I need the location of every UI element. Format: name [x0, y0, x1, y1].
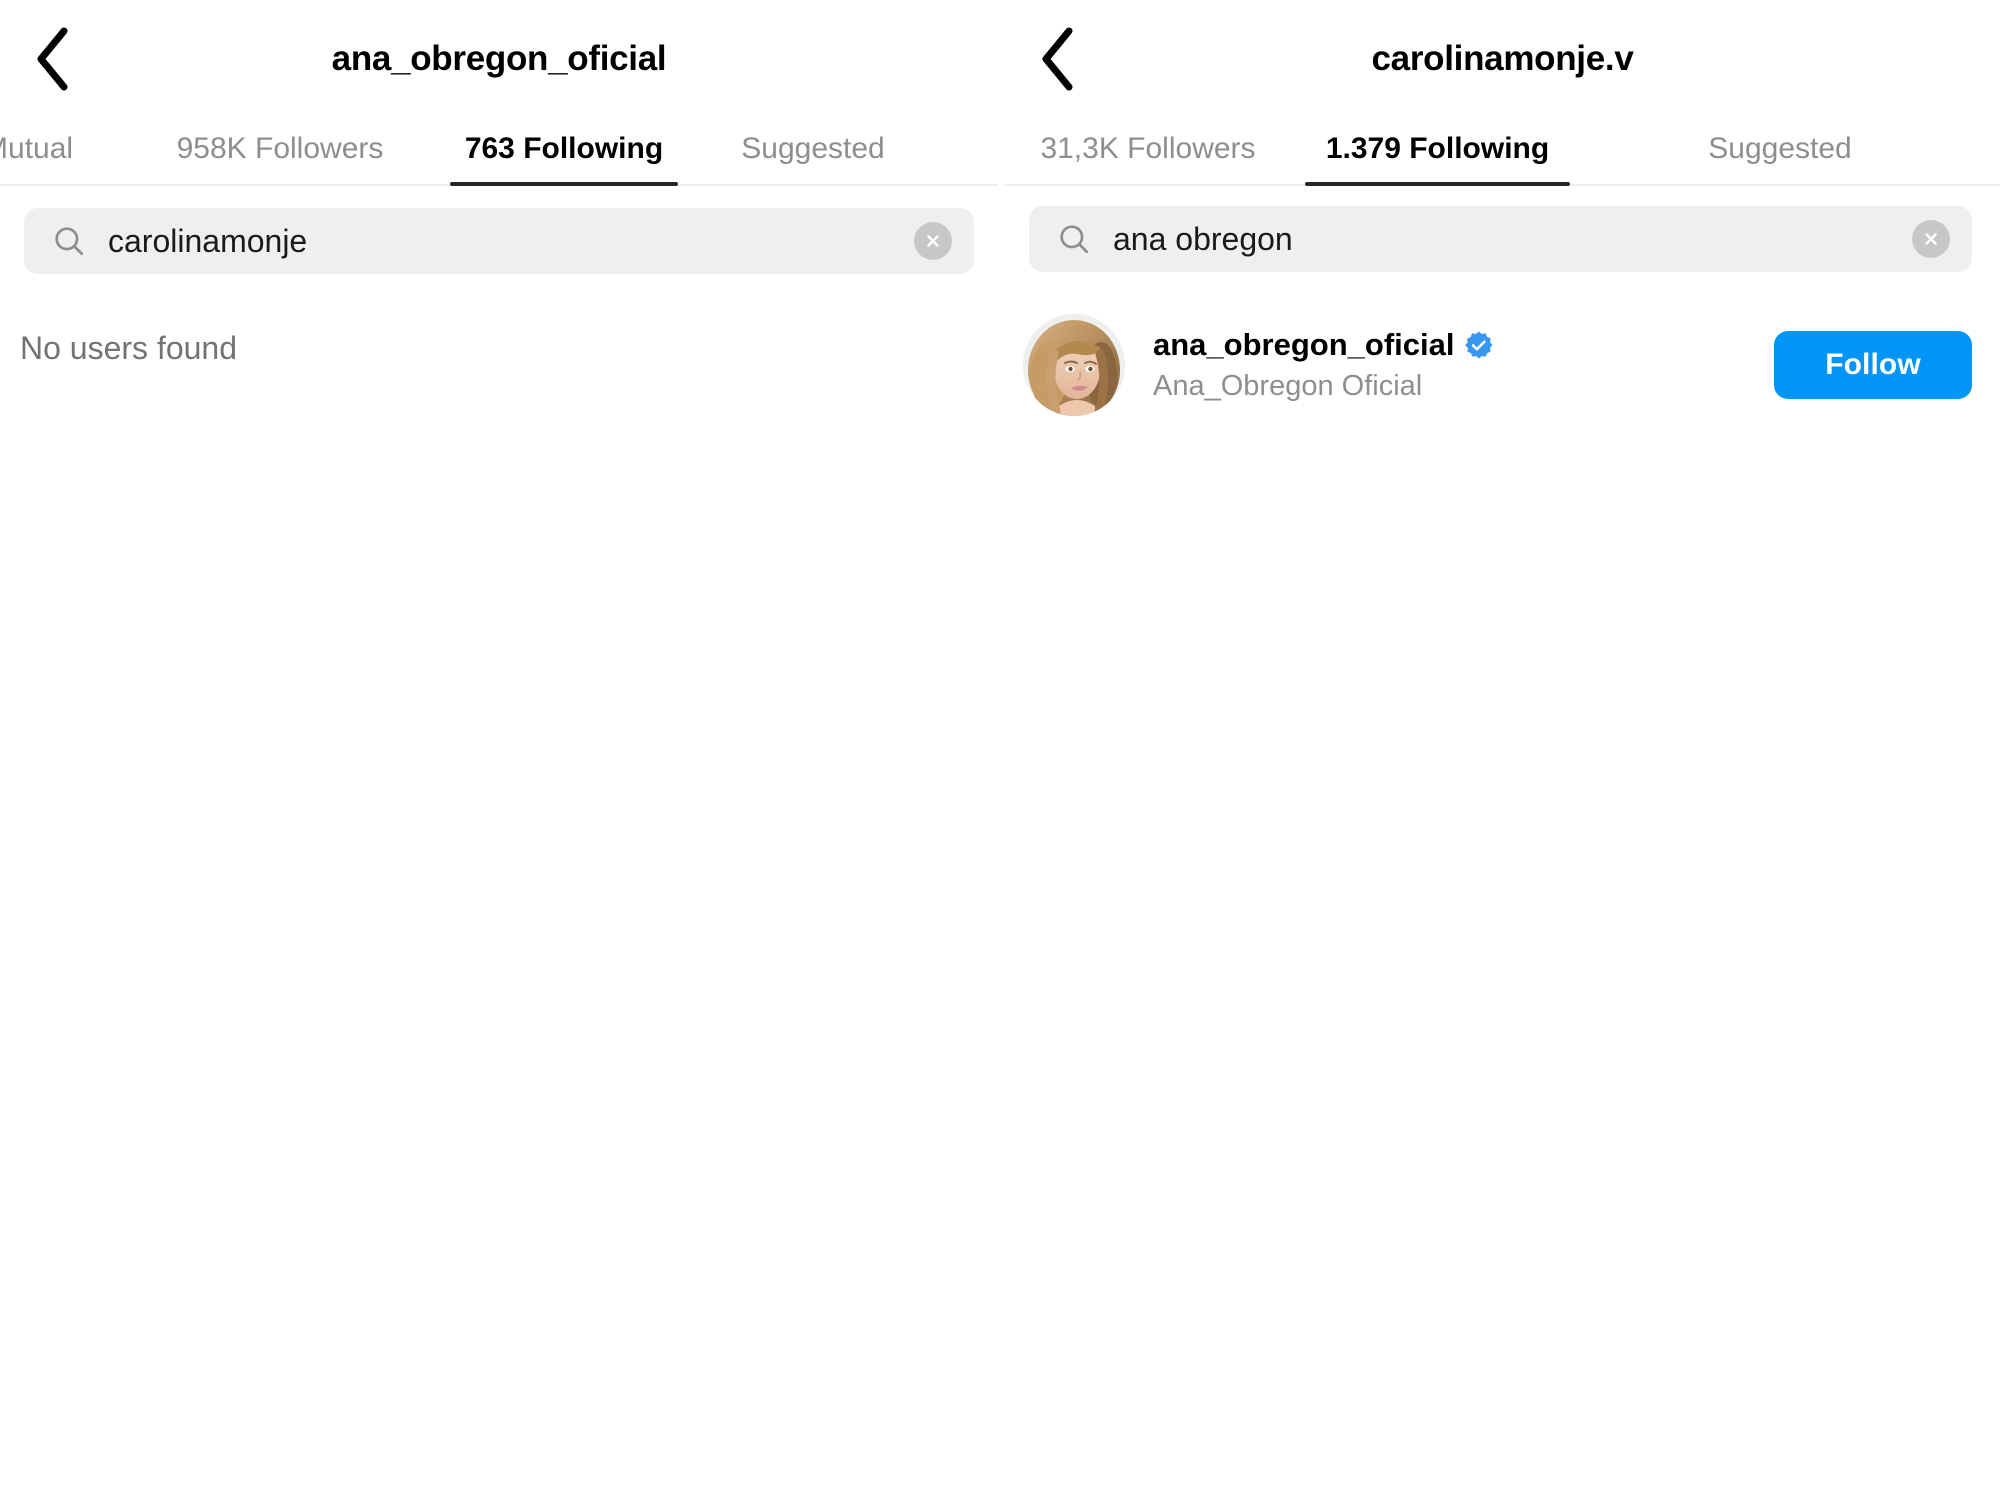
- verified-badge-icon: [1464, 330, 1494, 360]
- page-title: carolinamonje.v: [1371, 39, 1634, 78]
- tab-label: 31,3K Followers: [1040, 132, 1256, 165]
- search-icon: [1057, 222, 1091, 256]
- username: ana_obregon_oficial: [1153, 327, 1455, 362]
- dual-screenshot-comparison: ana_obregon_oficial 3 Mutual 958K Follow…: [0, 0, 2000, 1500]
- chevron-left-icon: [1038, 27, 1078, 91]
- search-input[interactable]: carolinamonje: [24, 208, 974, 274]
- no-results-message: No users found: [20, 330, 238, 366]
- tabs-right: 31,3K Followers 1.379 Following Suggeste…: [1005, 118, 2000, 186]
- screen-left-ana-obregon-following: ana_obregon_oficial 3 Mutual 958K Follow…: [0, 0, 998, 1500]
- avatar[interactable]: [1023, 314, 1125, 416]
- back-button[interactable]: [1029, 24, 1087, 94]
- tab-label: 763 Following: [464, 132, 664, 165]
- clear-search-button[interactable]: [1912, 220, 1950, 258]
- tab-suggested[interactable]: Suggested: [718, 132, 908, 184]
- username-line: ana_obregon_oficial: [1153, 327, 1774, 363]
- search-input[interactable]: ana obregon: [1029, 206, 1972, 272]
- search-area-right: ana obregon: [1005, 186, 2000, 272]
- clear-search-button[interactable]: [914, 222, 952, 260]
- tab-followers[interactable]: 31,3K Followers: [1013, 132, 1283, 184]
- navbar-right: carolinamonje.v: [1005, 0, 2000, 118]
- tab-followers[interactable]: 958K Followers: [150, 132, 410, 184]
- tab-following[interactable]: 1.379 Following: [1305, 132, 1570, 186]
- chevron-left-icon: [33, 27, 73, 91]
- search-area-left: carolinamonje: [0, 186, 998, 274]
- tab-following[interactable]: 763 Following: [450, 132, 678, 186]
- panel-divider: [998, 0, 1005, 1500]
- navbar-left: ana_obregon_oficial: [0, 0, 998, 118]
- user-info: ana_obregon_oficial Ana_Obregon Oficial: [1153, 327, 1774, 403]
- results-list-right: ana_obregon_oficial Ana_Obregon Oficial …: [1005, 272, 2000, 430]
- tab-mutual[interactable]: 3 Mutual: [0, 132, 108, 184]
- tab-suggested[interactable]: Suggested: [1665, 132, 1895, 184]
- tab-label: Suggested: [741, 132, 885, 165]
- search-icon: [52, 224, 86, 258]
- follow-button[interactable]: Follow: [1774, 331, 1972, 399]
- search-query-text: carolinamonje: [108, 222, 308, 259]
- tab-label: 1.379 Following: [1325, 132, 1550, 165]
- screen-right-carolinamonje-following: carolinamonje.v 31,3K Followers 1.379 Fo…: [1005, 0, 2000, 1500]
- tabs-left: 3 Mutual 958K Followers 763 Following Su…: [0, 118, 998, 186]
- tab-label: Suggested: [1708, 132, 1852, 165]
- back-button[interactable]: [24, 24, 82, 94]
- results-list-left: No users found: [0, 274, 998, 367]
- user-fullname: Ana_Obregon Oficial: [1153, 370, 1423, 402]
- tab-label: 958K Followers: [176, 132, 384, 165]
- search-query-text: ana obregon: [1113, 220, 1293, 257]
- page-title: ana_obregon_oficial: [331, 39, 667, 78]
- tab-label: 3 Mutual: [0, 132, 74, 165]
- list-item[interactable]: ana_obregon_oficial Ana_Obregon Oficial …: [1005, 300, 2000, 430]
